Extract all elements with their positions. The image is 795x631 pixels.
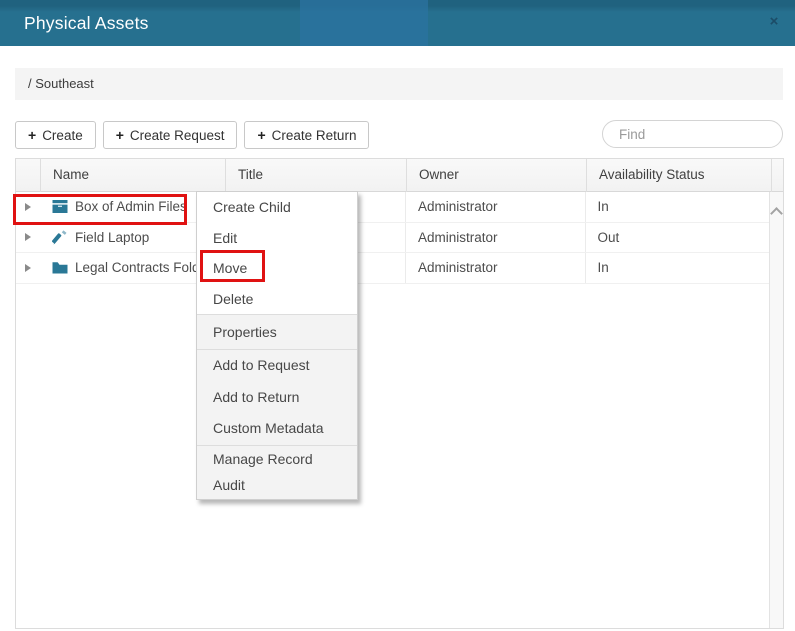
context-menu-group: Create Child Edit Move Delete (197, 192, 357, 314)
header-scroll-spacer (771, 159, 783, 192)
grid-body: Box of Admin Files Administrator In Fiel… (16, 192, 769, 628)
create-return-button[interactable]: + Create Return (244, 121, 369, 149)
breadcrumb[interactable]: / Southeast (15, 68, 783, 100)
owner-cell: Administrator (405, 192, 585, 222)
table-row[interactable]: Legal Contracts Folder Administrator In (16, 253, 769, 284)
create-button[interactable]: + Create (15, 121, 96, 149)
vertical-scrollbar[interactable] (769, 192, 783, 628)
menu-item-audit[interactable]: Audit (197, 472, 357, 499)
find-input[interactable] (602, 120, 783, 148)
header-title[interactable]: Title (225, 159, 406, 192)
header-availability-status[interactable]: Availability Status (586, 159, 771, 192)
expand-cell[interactable] (16, 223, 40, 253)
context-menu: Create Child Edit Move Delete Properties… (196, 191, 358, 500)
plus-icon: + (257, 127, 265, 143)
asset-name: Field Laptop (75, 230, 149, 245)
header-owner[interactable]: Owner (406, 159, 586, 192)
grid-header-row: Name Title Owner Availability Status (16, 159, 783, 192)
header-name[interactable]: Name (40, 159, 225, 192)
create-return-button-label: Create Return (272, 128, 357, 143)
owner-cell: Administrator (405, 253, 585, 283)
titlebar-highlight-block (300, 0, 428, 46)
availability-cell: In (585, 253, 770, 283)
menu-item-edit[interactable]: Edit (197, 223, 357, 254)
table-row[interactable]: Field Laptop Administrator Out (16, 223, 769, 254)
dialog-titlebar: Physical Assets × (0, 0, 795, 46)
context-menu-group: Manage Record Audit (197, 445, 357, 499)
menu-item-add-to-request[interactable]: Add to Request (197, 350, 357, 382)
menu-item-custom-metadata[interactable]: Custom Metadata (197, 413, 357, 445)
menu-item-add-to-return[interactable]: Add to Return (197, 382, 357, 414)
toolbar: + Create + Create Request + Create Retur… (15, 121, 369, 149)
plus-icon: + (28, 127, 36, 143)
menu-item-manage-record[interactable]: Manage Record (197, 446, 357, 473)
create-request-button-label: Create Request (130, 128, 225, 143)
availability-cell: Out (585, 223, 770, 253)
folder-icon (52, 260, 68, 275)
asset-name: Box of Admin Files (75, 199, 187, 214)
expand-arrow-icon[interactable] (25, 264, 31, 272)
close-icon[interactable]: × (764, 0, 784, 46)
plus-icon: + (116, 127, 124, 143)
table-row[interactable]: Box of Admin Files Administrator In (16, 192, 769, 223)
owner-cell: Administrator (405, 223, 585, 253)
create-request-button[interactable]: + Create Request (103, 121, 238, 149)
availability-cell: In (585, 192, 770, 222)
expand-arrow-icon[interactable] (25, 233, 31, 241)
expand-arrow-icon[interactable] (25, 203, 31, 211)
context-menu-group: Properties (197, 314, 357, 349)
menu-item-delete[interactable]: Delete (197, 284, 357, 315)
menu-item-properties[interactable]: Properties (197, 315, 357, 349)
pencil-icon (52, 230, 68, 245)
assets-grid: Name Title Owner Availability Status Box… (15, 158, 784, 629)
menu-item-move[interactable]: Move (197, 253, 357, 284)
create-button-label: Create (42, 128, 83, 143)
expand-cell[interactable] (16, 253, 40, 283)
archive-box-icon (52, 199, 68, 214)
header-expand-column (16, 159, 40, 192)
dialog-title: Physical Assets (24, 0, 149, 46)
scroll-up-icon[interactable] (772, 206, 781, 215)
context-menu-group: Add to Request Add to Return Custom Meta… (197, 349, 357, 445)
expand-cell[interactable] (16, 192, 40, 222)
menu-item-create-child[interactable]: Create Child (197, 192, 357, 223)
asset-name: Legal Contracts Folder (75, 260, 212, 275)
